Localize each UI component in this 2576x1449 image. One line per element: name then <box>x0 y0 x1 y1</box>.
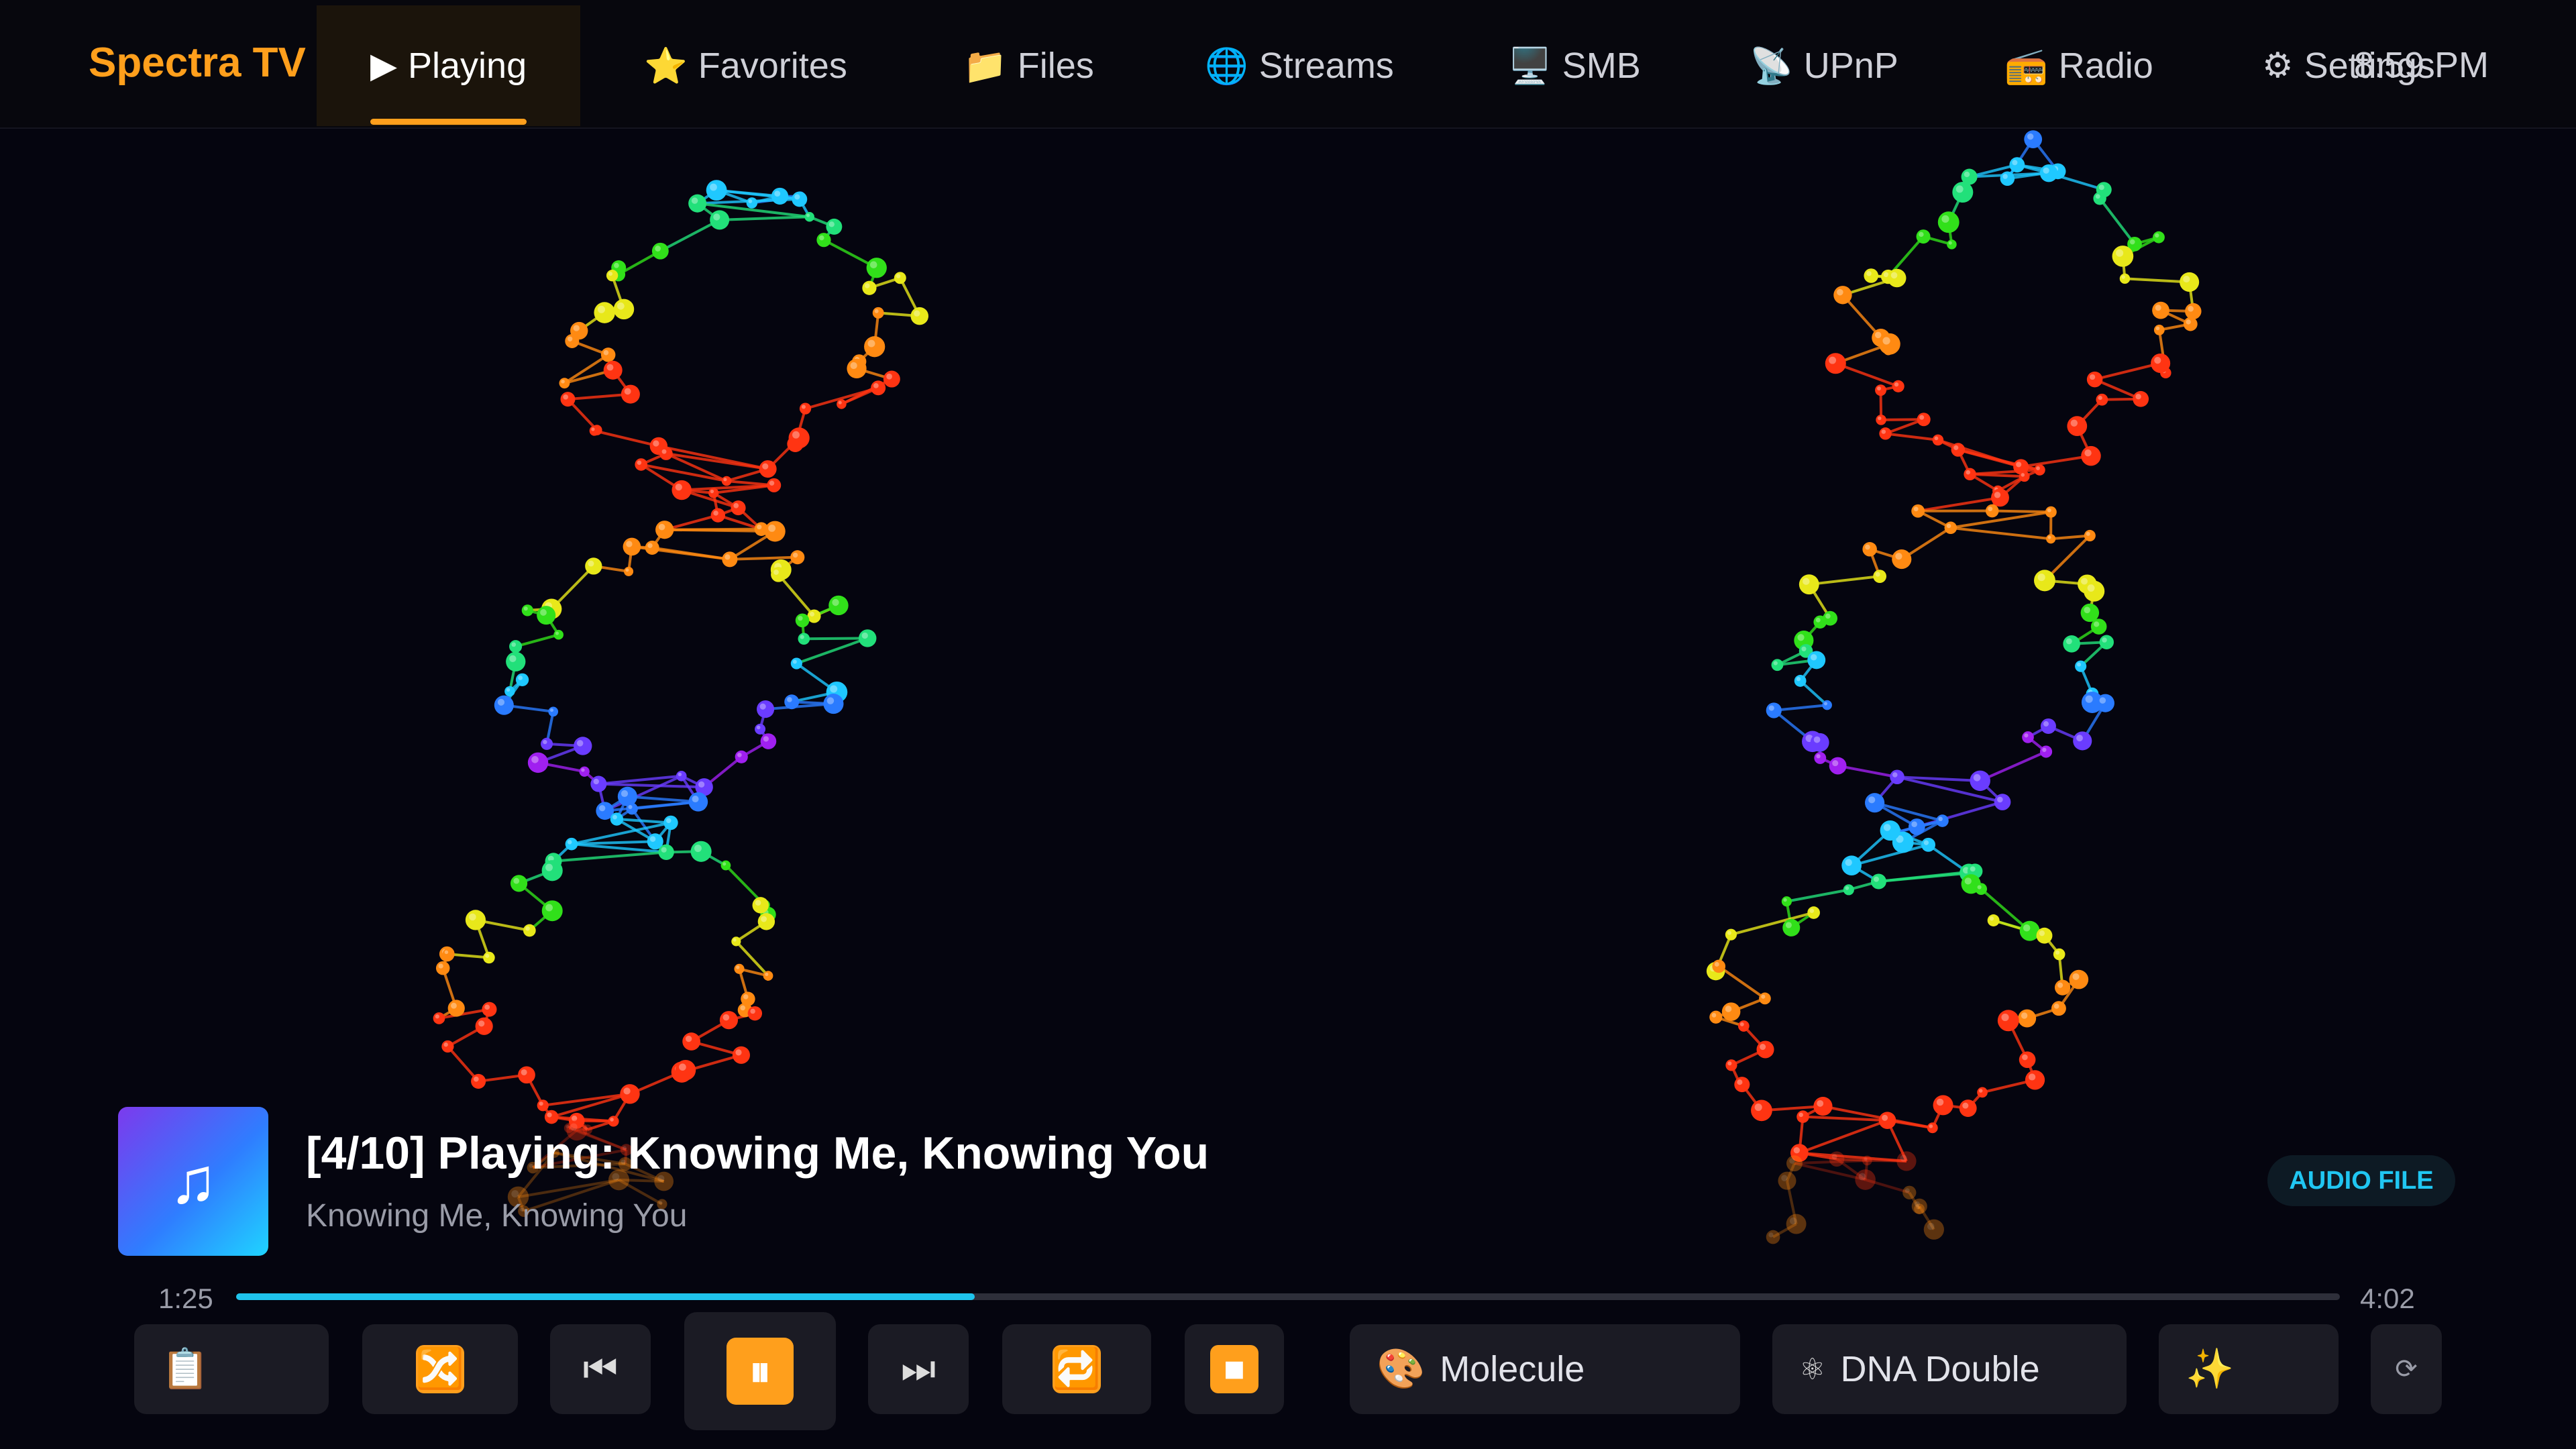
track-title: [4/10] Playing: Knowing Me, Knowing You <box>306 1128 1210 1179</box>
tab-favorites[interactable]: ⭐ Favorites <box>644 5 847 126</box>
folder-icon: 📁 <box>963 46 1007 86</box>
effects-button[interactable]: ✨ <box>2159 1324 2339 1414</box>
repeat-button[interactable]: 🔁 <box>1002 1324 1151 1414</box>
tab-upnp[interactable]: 📡 UPnP <box>1750 5 1898 126</box>
shuffle-button[interactable]: 🔀 <box>362 1324 518 1414</box>
tab-radio[interactable]: 📻 Radio <box>2004 5 2153 126</box>
visualizer-label: Molecule <box>1440 1349 1585 1389</box>
tab-streams[interactable]: 🌐 Streams <box>1205 5 1394 126</box>
previous-button[interactable]: ⏮ <box>550 1324 651 1414</box>
album-art: ♫ <box>118 1107 268 1256</box>
tab-label: Playing <box>408 46 527 86</box>
skip-next-icon: ⏭ <box>900 1347 936 1391</box>
music-note-icon: ♫ <box>169 1145 217 1217</box>
playlist-button[interactable]: 📋 <box>134 1324 329 1414</box>
seek-bar[interactable] <box>236 1293 2340 1300</box>
total-time: 4:02 <box>2360 1283 2415 1314</box>
active-tab-indicator <box>370 119 527 125</box>
stop-button[interactable]: ⏹ <box>1185 1324 1284 1414</box>
app-brand: Spectra TV <box>89 40 306 86</box>
molecule-strand <box>1706 130 2202 1244</box>
refresh-icon: ⟳ <box>2395 1354 2418 1384</box>
computer-icon: 🖥️ <box>1508 46 1552 86</box>
seek-bar-fill <box>236 1293 975 1300</box>
shuffle-icon: 🔀 <box>416 1345 464 1393</box>
clock: 8:59 PM <box>2353 45 2489 85</box>
sparkles-icon: ✨ <box>2186 1347 2235 1391</box>
play-icon: ▶ <box>370 46 397 85</box>
pause-icon: ⏸ <box>727 1338 794 1405</box>
molecule-strand <box>433 180 929 1218</box>
tab-label: SMB <box>1562 46 1641 86</box>
tab-label: UPnP <box>1803 46 1898 86</box>
tab-smb[interactable]: 🖥️ SMB <box>1508 5 1641 126</box>
track-subtitle: Knowing Me, Knowing You <box>306 1198 688 1234</box>
tab-label: Radio <box>2058 46 2153 86</box>
cycle-visualizer-button[interactable]: ⟳ <box>2371 1324 2442 1414</box>
skip-previous-icon: ⏮ <box>582 1347 619 1391</box>
tab-label: Streams <box>1258 46 1394 86</box>
tab-label: Files <box>1017 46 1094 86</box>
satellite-dish-icon: 📡 <box>1750 46 1793 86</box>
top-nav-bar: Spectra TV ▶ Playing ⭐ Favorites 📁 Files… <box>0 0 2576 129</box>
next-button[interactable]: ⏭ <box>868 1324 969 1414</box>
play-pause-button[interactable]: ⏸ <box>684 1312 836 1430</box>
preset-label: DNA Double <box>1840 1349 2040 1389</box>
radio-icon: 📻 <box>2004 46 2048 86</box>
elapsed-time: 1:25 <box>158 1283 213 1314</box>
globe-icon: 🌐 <box>1205 46 1248 86</box>
preset-select[interactable]: ⚛ DNA Double <box>1772 1324 2127 1414</box>
palette-icon: 🎨 <box>1377 1347 1426 1391</box>
atom-icon: ⚛ <box>1799 1352 1826 1386</box>
source-type-badge: AUDIO FILE <box>2267 1155 2455 1206</box>
tab-files[interactable]: 📁 Files <box>963 5 1094 126</box>
molecule-visualizer <box>433 130 2202 1244</box>
visualizer-select[interactable]: 🎨 Molecule <box>1350 1324 1740 1414</box>
star-icon: ⭐ <box>644 46 688 86</box>
stop-icon: ⏹ <box>1210 1345 1258 1393</box>
clipboard-icon: 📋 <box>161 1347 210 1391</box>
gear-icon: ⚙ <box>2262 46 2294 85</box>
tab-playing[interactable]: ▶ Playing <box>317 5 581 126</box>
tab-label: Favorites <box>698 46 847 86</box>
repeat-icon: 🔁 <box>1053 1345 1101 1393</box>
